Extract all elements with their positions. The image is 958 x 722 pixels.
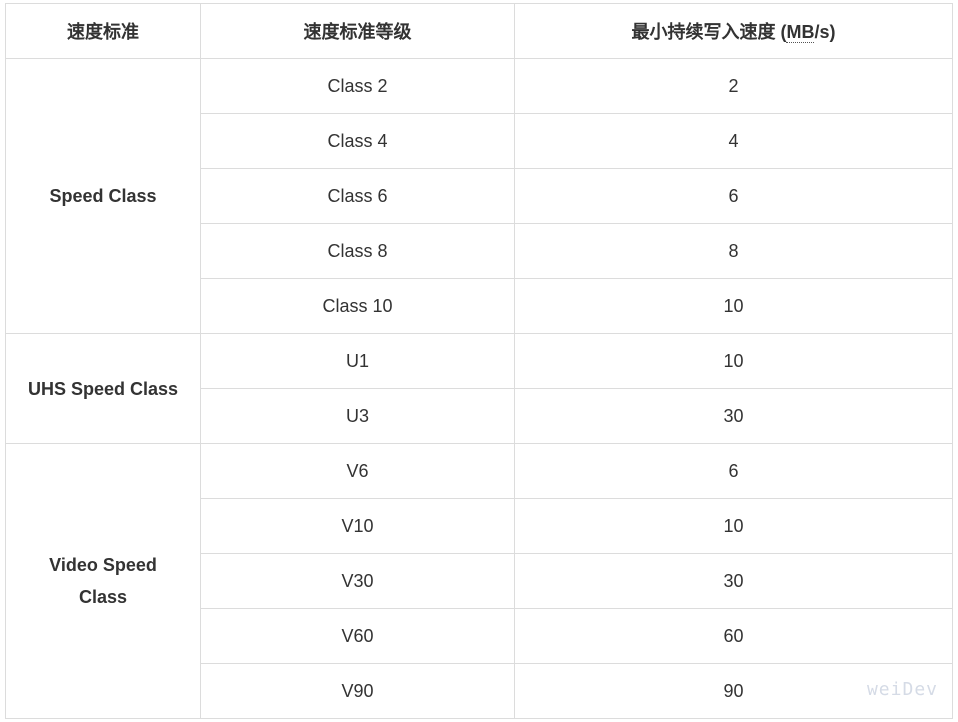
speed-cell: 10 [514, 333, 953, 389]
grade-cell: U3 [200, 388, 515, 444]
watermark: weiDev [866, 679, 938, 700]
grade-cell: Class 4 [200, 113, 515, 169]
grade-cell: V30 [200, 553, 515, 609]
grade-cell: Class 10 [200, 278, 515, 334]
header-prefix: 最小持续写入速度 ( [631, 22, 787, 42]
speed-cell: 10 [514, 498, 953, 554]
speed-cell: 8 [514, 223, 953, 279]
speed-cell: 10 [514, 278, 953, 334]
header-min-write-speed: 最小持续写入速度 (MB/s) [514, 3, 953, 59]
table-row: Video Speed Class V6 6 [5, 443, 953, 719]
grade-cell: V6 [200, 443, 515, 499]
speed-cell: 30 [514, 388, 953, 444]
speed-cell: 4 [514, 113, 953, 169]
header-speed-standard: 速度标准 [5, 3, 201, 59]
group-name-cell: Speed Class [5, 58, 201, 334]
header-suffix: /s) [814, 22, 836, 42]
speed-cell: 30 [514, 553, 953, 609]
header-row: 速度标准 速度标准等级 最小持续写入速度 (MB/s) [5, 3, 953, 59]
header-unit-abbr: MB [786, 22, 815, 43]
table-row: UHS Speed Class U1 10 [5, 333, 953, 444]
grade-cell: V60 [200, 608, 515, 664]
header-speed-grade: 速度标准等级 [200, 3, 515, 59]
speed-class-table: 速度标准 速度标准等级 最小持续写入速度 (MB/s) Speed Class C… [5, 3, 953, 719]
grade-cell: Class 2 [200, 58, 515, 114]
speed-cell: 6 [514, 168, 953, 224]
speed-cell: 2 [514, 58, 953, 114]
speed-cell: 60 [514, 608, 953, 664]
speed-cell: 6 [514, 443, 953, 499]
group-name-cell: Video Speed Class [5, 443, 201, 719]
grade-cell: V10 [200, 498, 515, 554]
grade-cell: Class 6 [200, 168, 515, 224]
grade-cell: V90 [200, 663, 515, 719]
group-name-cell: UHS Speed Class [5, 333, 201, 444]
table-row: Speed Class Class 22 [5, 58, 953, 334]
grade-cell: U1 [200, 333, 515, 389]
grade-cell: Class 8 [200, 223, 515, 279]
